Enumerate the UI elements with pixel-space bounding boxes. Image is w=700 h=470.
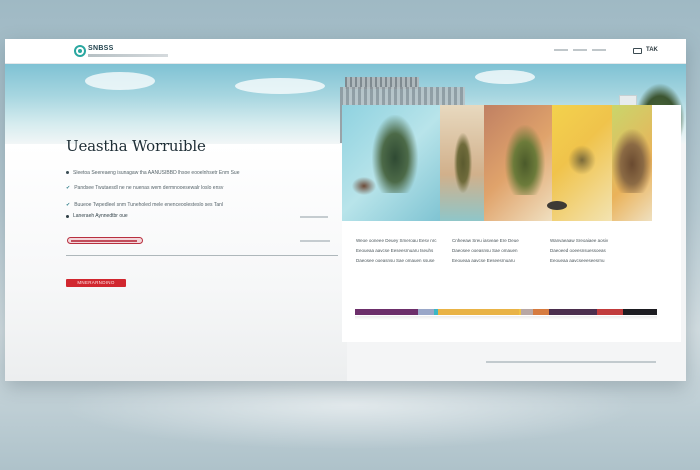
check-icon: ✔ <box>66 184 71 191</box>
primary-cta-button[interactable]: MNERARNDINO <box>66 279 126 287</box>
column-line: Cnheeaw Sreu iasveae Ere Deue <box>452 238 519 243</box>
pine-tree-image <box>372 115 418 193</box>
top-navigation: SNBSS TAK <box>5 39 686 64</box>
feature-item: Sleetoa Seereaeng isunagaw tha AANUSIBBD… <box>66 168 336 177</box>
strip-shadow <box>355 316 657 320</box>
column-line: Eeoueaa aavcse Eeseesrnuaru <box>452 258 515 263</box>
inline-link-label: Laneraeh Aynnedtbr oue <box>73 213 128 219</box>
color-strip <box>355 309 657 315</box>
collage-image <box>342 105 652 221</box>
collage-column: Cnheeaw Sreu iasveae Ere Deue Daeosee oo… <box>452 236 542 266</box>
cloud <box>475 70 535 84</box>
color-swatch <box>355 309 418 315</box>
column-line: Daeosee ooeasnsu Sae omauen <box>452 248 518 253</box>
color-swatch <box>597 309 623 315</box>
divider <box>66 255 338 256</box>
column-line: Daeoeed ooeesnsuessoeas <box>550 248 606 253</box>
shrub-image <box>568 145 596 175</box>
tag-pill[interactable] <box>67 237 143 244</box>
menu-icon[interactable] <box>633 48 642 54</box>
meta-line <box>300 240 330 242</box>
column-line: Eeoueaa aavcse Eeseesrnuaru tseuhs <box>356 248 434 253</box>
column-line: Daeosee ooeasnsu Sae omauen ssuse <box>356 258 435 263</box>
brand-name[interactable]: SNBSS <box>88 45 114 52</box>
feature-item: ✔ Pandsee Twutaesdl ne ne nuenas wem der… <box>66 183 336 192</box>
bullet-icon <box>66 171 69 174</box>
arrow-icon <box>66 214 69 218</box>
logo-mark-icon[interactable] <box>74 45 86 57</box>
color-swatch <box>533 309 549 315</box>
pill-fill <box>71 240 137 242</box>
feature-text: Buueoe Twpedleel snm Tuneholed mele enen… <box>74 201 224 208</box>
color-swatch <box>418 309 434 315</box>
color-swatch <box>549 309 597 315</box>
feature-item: ✔ Buueoe Twpedleel snm Tuneholed mele en… <box>66 200 336 209</box>
nav-link[interactable] <box>592 49 606 51</box>
color-swatch <box>438 309 519 315</box>
collage-column: Wanvaeaaw Sreoaiaee aosiv Daeoeed ooeesn… <box>550 236 658 266</box>
feature-text: Sleetoa Seereaeng isunagaw tha AANUSIBBD… <box>73 169 240 176</box>
page-title: Ueastha Worruible <box>66 137 206 155</box>
nav-link[interactable] <box>554 49 568 51</box>
column-line: Wanvaeaaw Sreoaiaee aosiv <box>550 238 609 243</box>
collage-column: Weoe ooneee Deuey Smeroau Eesv nrc Eeoue… <box>356 236 444 266</box>
shrub-image <box>505 125 545 195</box>
check-icon: ✔ <box>66 201 71 208</box>
color-swatch <box>623 309 657 315</box>
feature-text: Pandsee Twutaesdl ne ne nuenas wem dermn… <box>74 184 224 191</box>
cloud <box>85 72 155 90</box>
nav-links <box>554 49 606 51</box>
stone-image <box>547 201 567 210</box>
column-line: Weoe ooneee Deuey Smeroau Eesv nrc <box>356 238 437 243</box>
inline-link[interactable]: Laneraeh Aynnedtbr oue <box>66 213 128 219</box>
column-line: Eeoueaa aavcseeeseesrnu <box>550 258 605 263</box>
feature-list: Sleetoa Seereaeng isunagaw tha AANUSIBBD… <box>66 168 336 215</box>
brand-tagline <box>88 54 168 57</box>
cypress-image <box>454 133 472 193</box>
autumn-tree-image <box>612 129 652 193</box>
color-swatch <box>521 309 533 315</box>
cloud <box>235 78 325 94</box>
meta-line <box>300 216 328 218</box>
nav-cta[interactable]: TAK <box>646 47 658 53</box>
footer-line <box>486 361 656 363</box>
nav-link[interactable] <box>573 49 587 51</box>
